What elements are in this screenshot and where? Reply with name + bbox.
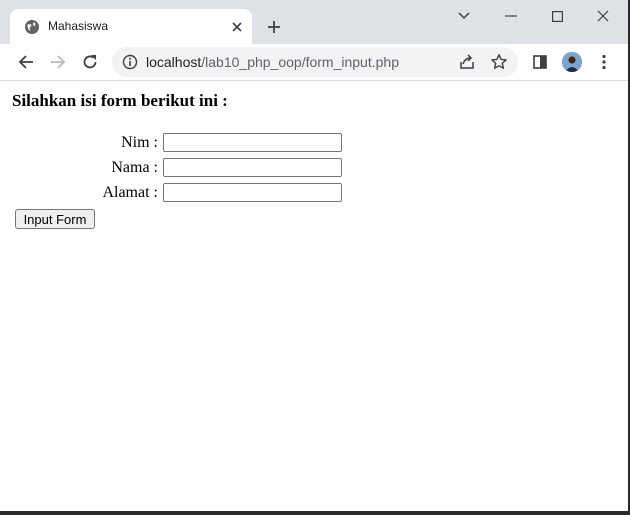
form-row-nim: Nim : bbox=[8, 133, 348, 155]
nim-field[interactable] bbox=[163, 133, 342, 152]
address-bar[interactable]: localhost/lab10_php_oop/form_input.php bbox=[112, 47, 518, 77]
nim-label: Nim : bbox=[121, 134, 158, 151]
form-row-alamat: Alamat : bbox=[8, 183, 348, 205]
browser-window: Mahasiswa localhost/lab10_php_oop/form_i… bbox=[0, 0, 630, 515]
share-icon[interactable] bbox=[458, 53, 476, 71]
tab-title: Mahasiswa bbox=[48, 19, 109, 33]
page-content: Silahkan isi form berikut ini : Nim : Na… bbox=[4, 81, 626, 511]
minimize-icon[interactable] bbox=[501, 6, 521, 26]
forward-arrow-icon[interactable] bbox=[48, 52, 68, 72]
nama-label: Nama : bbox=[111, 159, 158, 176]
url-text[interactable]: localhost/lab10_php_oop/form_input.php bbox=[146, 54, 399, 70]
star-icon[interactable] bbox=[490, 53, 508, 71]
kebab-menu-icon[interactable] bbox=[594, 52, 614, 72]
back-arrow-icon[interactable] bbox=[16, 52, 36, 72]
input-form-button[interactable]: Input Form bbox=[15, 209, 95, 229]
nama-field[interactable] bbox=[163, 158, 342, 177]
tab-strip: Mahasiswa bbox=[0, 0, 628, 44]
globe-icon bbox=[24, 19, 40, 35]
reload-icon[interactable] bbox=[80, 52, 100, 72]
alamat-label: Alamat : bbox=[102, 184, 158, 201]
tab-mahasiswa[interactable]: Mahasiswa bbox=[10, 9, 252, 44]
url-path: /lab10_php_oop/form_input.php bbox=[201, 54, 399, 70]
close-window-icon[interactable] bbox=[593, 6, 613, 26]
chevron-down-icon[interactable] bbox=[454, 6, 474, 26]
page-title: Silahkan isi form berikut ini : bbox=[12, 91, 228, 110]
avatar[interactable] bbox=[562, 52, 582, 72]
toolbar: localhost/lab10_php_oop/form_input.php bbox=[0, 44, 628, 81]
form-row-nama: Nama : bbox=[8, 158, 348, 180]
info-icon[interactable] bbox=[122, 54, 138, 70]
alamat-field[interactable] bbox=[163, 183, 342, 202]
url-host: localhost bbox=[146, 54, 202, 70]
plus-icon[interactable] bbox=[263, 16, 285, 38]
maximize-icon[interactable] bbox=[547, 6, 567, 26]
side-panel-icon[interactable] bbox=[530, 52, 550, 72]
close-icon[interactable] bbox=[228, 18, 246, 36]
